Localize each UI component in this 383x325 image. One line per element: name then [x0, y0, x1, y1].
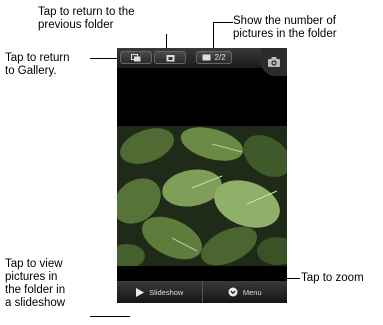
annotation-previous-folder: Tap to return to the previous folder: [38, 6, 135, 31]
leader-line-picture-count: [213, 22, 233, 23]
camera-icon: [268, 57, 280, 67]
slideshow-label: Slideshow: [149, 287, 184, 297]
picture-icon: [202, 54, 211, 61]
leader-line-slideshow: [90, 316, 130, 317]
picture-counter: 2/2: [214, 53, 226, 62]
menu-button[interactable]: Menu: [203, 281, 288, 303]
phone-screen: 2/2 Slideshow Menu: [117, 48, 287, 303]
annotation-slideshow: Tap to view pictures in the folder in a …: [5, 258, 66, 309]
folder-icon: [166, 54, 174, 61]
annotation-zoom: Tap to zoom: [301, 272, 364, 284]
gallery-button[interactable]: [120, 51, 152, 64]
annotation-picture-count: Show the number of pictures in the folde…: [233, 15, 337, 40]
leaves-picture: [117, 126, 287, 266]
menu-label: Menu: [242, 287, 262, 297]
gallery-icon: [131, 53, 141, 61]
play-icon: [136, 287, 145, 297]
previous-folder-button[interactable]: [154, 51, 186, 64]
photo-image[interactable]: [117, 126, 287, 266]
bottom-bar: Slideshow Menu: [117, 281, 287, 303]
picture-count-button[interactable]: 2/2: [196, 51, 232, 64]
annotation-gallery: Tap to return to Gallery.: [5, 52, 70, 77]
menu-icon: [228, 287, 238, 297]
slideshow-button[interactable]: Slideshow: [117, 281, 202, 303]
camera-button[interactable]: [261, 48, 287, 76]
